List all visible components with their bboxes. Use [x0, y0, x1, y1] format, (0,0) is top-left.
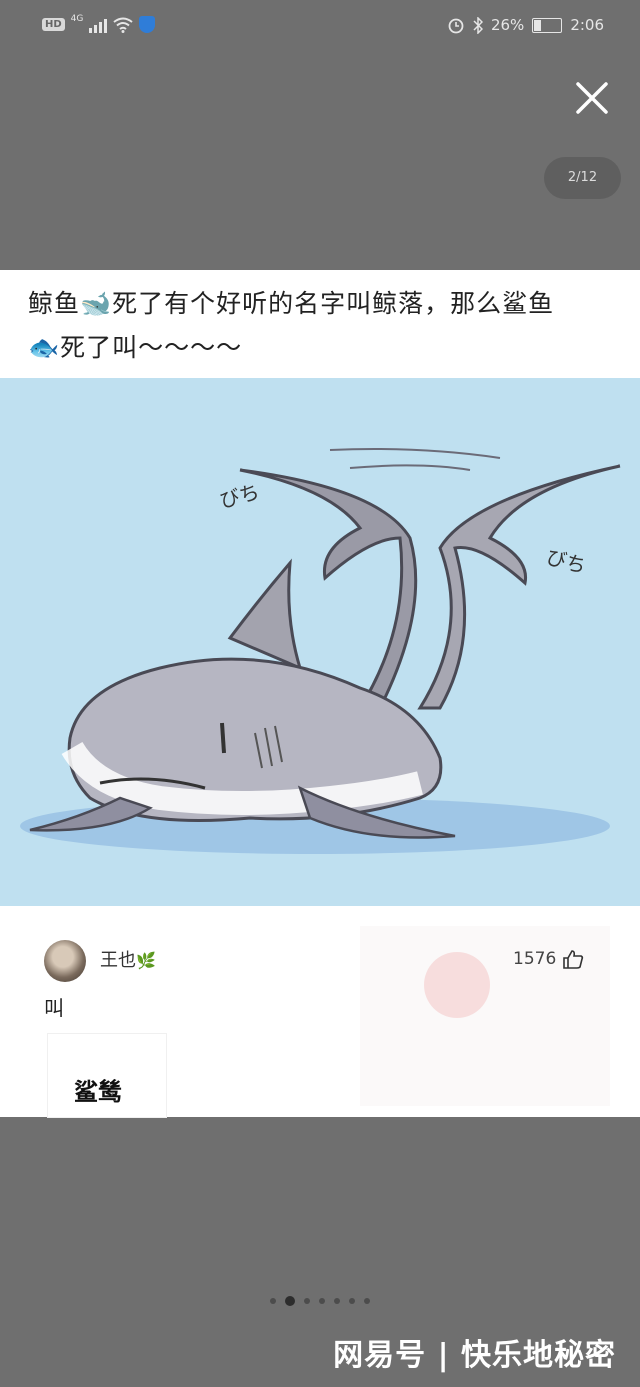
comment-username[interactable]: 王也🌿	[100, 946, 156, 972]
username-text: 王也	[100, 950, 136, 971]
pager-dot[interactable]	[304, 1298, 310, 1304]
shark-illustration[interactable]: びち びち	[0, 378, 640, 906]
comment-sticker[interactable]: 鲨鸶	[48, 1034, 166, 1117]
comment-text: 叫	[44, 996, 64, 1020]
shield-icon	[139, 16, 156, 33]
battery-percent: 26%	[490, 16, 525, 34]
pager-dot[interactable]	[334, 1298, 340, 1304]
pager-dot[interactable]	[364, 1298, 370, 1304]
stamp-watermark	[424, 952, 490, 1018]
wifi-icon	[113, 17, 133, 33]
close-button[interactable]	[572, 78, 612, 118]
post-text: 鲸鱼🐋死了有个好听的名字叫鲸落，那么鲨鱼 🐟死了叫～～～～	[28, 282, 618, 370]
pager-dot[interactable]	[349, 1298, 355, 1304]
bluetooth-icon	[473, 16, 483, 34]
like-count: 1576	[513, 949, 557, 969]
sticker-text: 鲨鸶	[74, 1078, 122, 1106]
post-card: 鲸鱼🐋死了有个好听的名字叫鲸落，那么鲨鱼 🐟死了叫～～～～ びち びち 王也🌿 …	[0, 270, 640, 1117]
post-text-line1: 鲸鱼🐋死了有个好听的名字叫鲸落，那么鲨鱼	[28, 289, 555, 318]
close-icon	[576, 82, 608, 114]
pager-dots	[0, 1296, 640, 1306]
top-comment: 王也🌿 1576 叫 鲨鸶	[0, 906, 640, 1117]
shark-drawing: びち びち	[20, 448, 621, 854]
pager-dot[interactable]	[270, 1298, 276, 1304]
avatar[interactable]	[44, 940, 86, 982]
sfx-left: びち	[217, 479, 262, 513]
post-text-line2: 🐟死了叫～～～～	[28, 333, 243, 362]
signal-icon	[89, 17, 108, 33]
network-type: 4G	[70, 13, 84, 24]
pager-dot[interactable]	[285, 1296, 295, 1306]
hd-badge: HD	[42, 18, 65, 31]
status-bar: HD 4G 26% 2:06	[0, 0, 640, 52]
sfx-right: びち	[544, 545, 589, 579]
status-right: 26% 2:06	[447, 16, 604, 34]
battery-icon	[532, 17, 563, 33]
page-counter: 2/12	[544, 157, 621, 199]
clock: 2:06	[570, 16, 604, 34]
alarm-icon	[448, 18, 464, 34]
pager-dot[interactable]	[319, 1298, 325, 1304]
like-button[interactable]: 1576	[513, 948, 584, 970]
leaf-icon: 🌿	[136, 951, 156, 970]
source-watermark: 网易号 | 快乐地秘密	[333, 1338, 616, 1373]
status-left: HD 4G	[42, 13, 156, 33]
thumbs-up-icon	[563, 950, 584, 969]
